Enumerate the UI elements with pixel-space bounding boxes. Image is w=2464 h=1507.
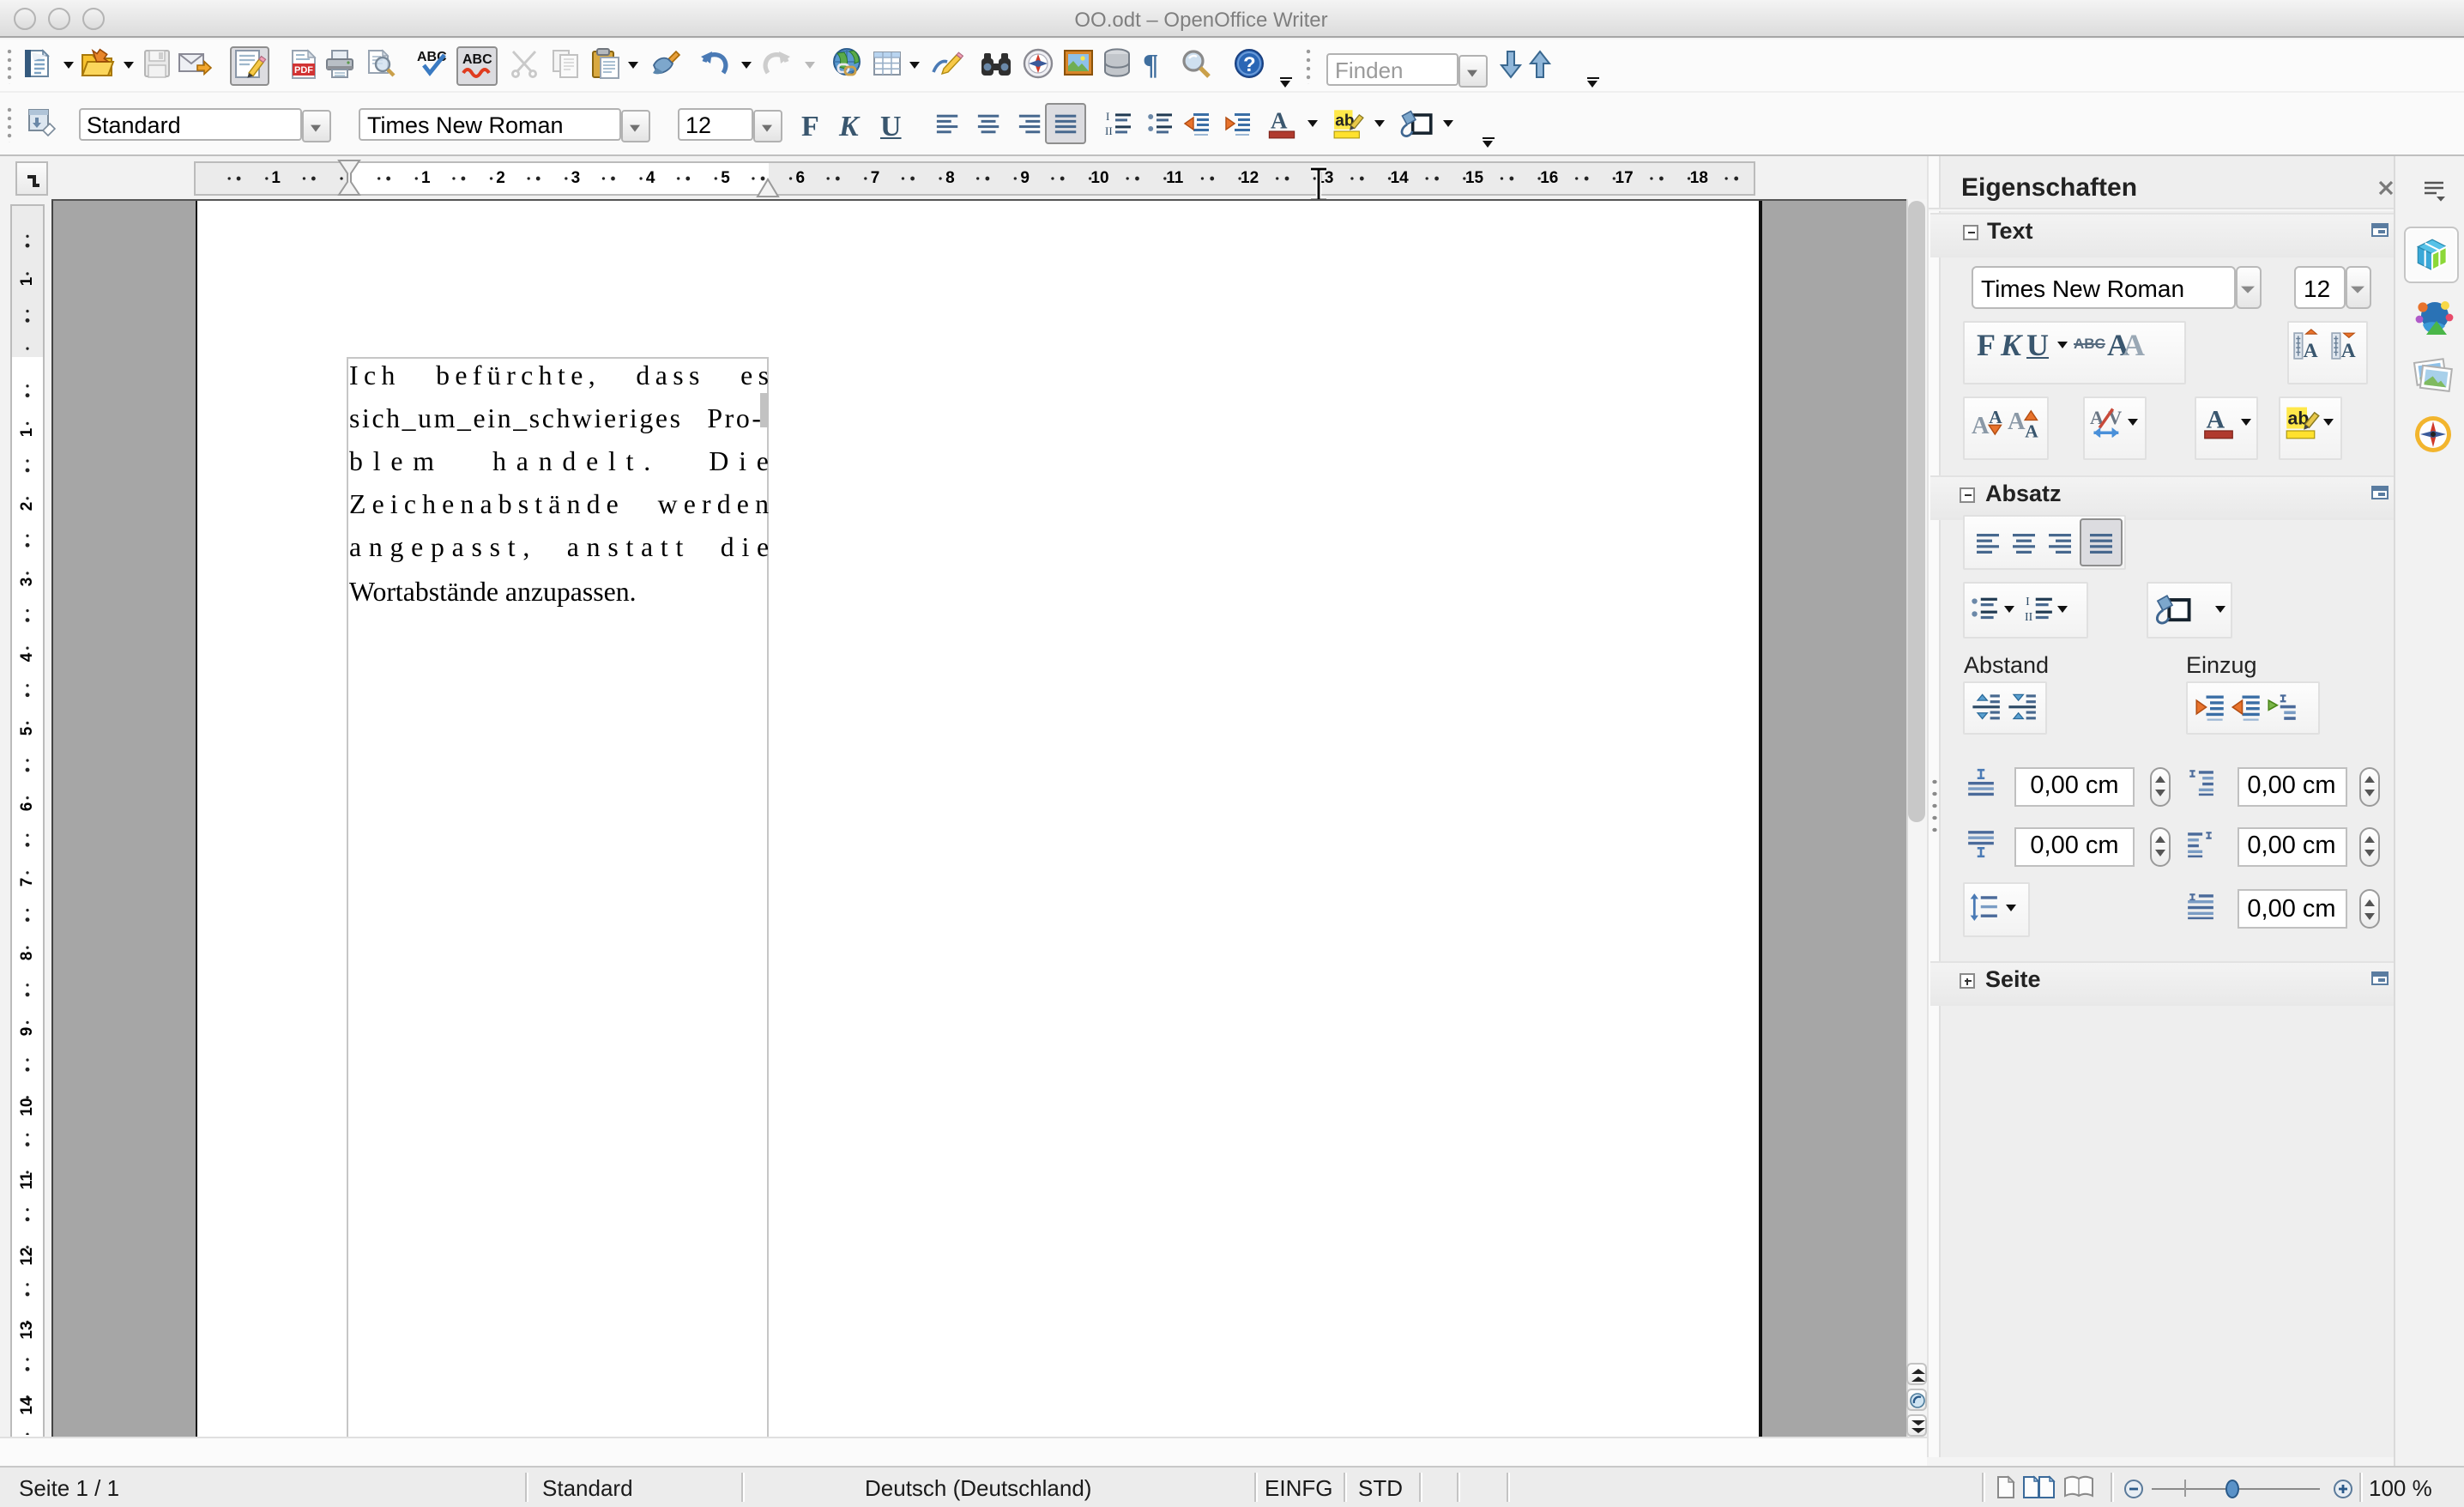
svg-text:ABC: ABC bbox=[462, 52, 492, 67]
svg-text:?: ? bbox=[1243, 53, 1256, 76]
svg-text:PDF: PDF bbox=[293, 65, 312, 76]
svg-text:¶: ¶ bbox=[1143, 49, 1158, 81]
